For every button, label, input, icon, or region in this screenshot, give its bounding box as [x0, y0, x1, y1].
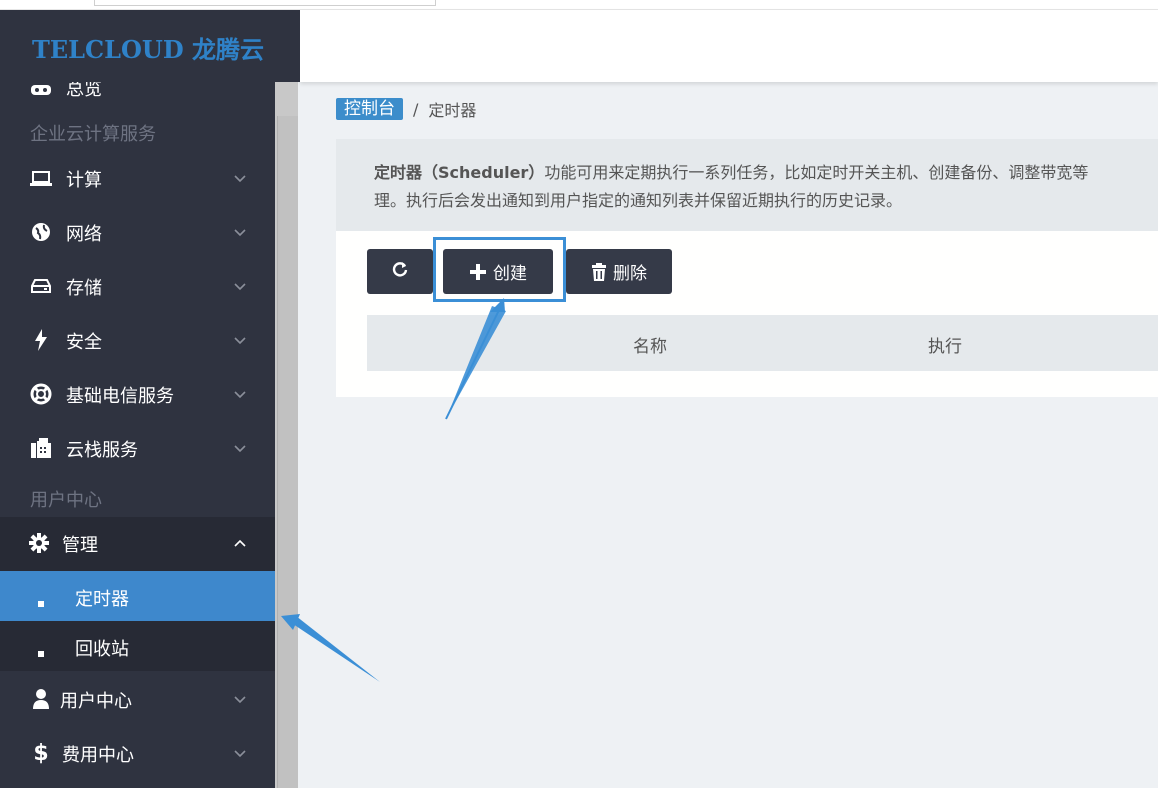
globe-icon	[30, 221, 52, 243]
top-header	[300, 10, 1158, 82]
chevron-up-icon	[232, 535, 248, 551]
chevron-down-icon	[232, 691, 248, 707]
brand-logo[interactable]: TELCLOUD 龙腾云	[0, 10, 300, 82]
breadcrumb-current: 定时器	[428, 101, 477, 120]
breadcrumb-home-link[interactable]: 控制台	[336, 98, 403, 120]
description-title: 定时器（Scheduler）	[374, 163, 545, 182]
chevron-down-icon	[232, 224, 248, 240]
chevron-down-icon	[232, 386, 248, 402]
sidebar-item-label: 管理	[62, 535, 98, 556]
sidebar-item-network[interactable]: 网络	[0, 206, 275, 260]
sidebar-item-label: 基础电信服务	[66, 386, 174, 407]
scrollbar-thumb[interactable]	[277, 116, 298, 788]
sidebar-item-label: 存储	[66, 278, 102, 299]
dollar-icon: $	[33, 740, 49, 766]
description-line-1: 定时器（Scheduler）功能可用来定期执行一系列任务，比如定时开关主机、创建…	[374, 159, 1158, 187]
address-bar[interactable]	[94, 0, 436, 6]
sidebar-item-user-center[interactable]: 用户中心	[0, 673, 275, 727]
sidebar-subitem-scheduler[interactable]: 定时器	[0, 571, 275, 621]
sidebar-item-billing[interactable]: $ 费用中心	[0, 727, 275, 781]
create-button-highlight	[433, 237, 566, 302]
chevron-down-icon	[232, 170, 248, 186]
sidebar-item-label: 安全	[66, 332, 102, 353]
bullet-icon	[38, 651, 44, 657]
sidebar-subitem-label: 回收站	[75, 639, 129, 660]
sidebar-item-storage[interactable]: 存储	[0, 260, 275, 314]
scheduler-panel: 定时器（Scheduler）功能可用来定期执行一系列任务，比如定时开关主机、创建…	[336, 139, 1158, 397]
chevron-down-icon	[232, 745, 248, 761]
table-header: 名称 执行	[367, 315, 1158, 371]
sidebar-item-label: 费用中心	[62, 745, 134, 766]
logo-text: TELCLOUD 龙腾云	[32, 35, 265, 64]
lifebuoy-icon	[30, 383, 52, 405]
description-text-2: 理。执行后会发出通知到用户指定的通知列表并保留近期执行的历史记录。	[374, 191, 903, 210]
gear-icon	[28, 532, 50, 554]
section-header-user-center: 用户中心	[30, 490, 102, 511]
sidebar-menu: 总览 企业云计算服务 计算 网络 存储 安全 基础电信服务 云栈服务 用户中心 …	[0, 10, 275, 788]
sidebar-item-label: 网络	[66, 224, 102, 245]
column-header-name[interactable]: 名称	[633, 332, 667, 357]
sidebar-item-security[interactable]: 安全	[0, 314, 275, 368]
delete-button-label: 删除	[613, 264, 647, 284]
trash-icon	[591, 262, 613, 281]
description-box: 定时器（Scheduler）功能可用来定期执行一系列任务，比如定时开关主机、创建…	[336, 139, 1158, 231]
description-text-1: 功能可用来定期执行一系列任务，比如定时开关主机、创建备份、调整带宽等	[544, 163, 1089, 182]
bullet-icon	[38, 601, 44, 607]
sidebar-subitem-label: 定时器	[75, 589, 129, 610]
breadcrumb: 控制台 / 定时器	[336, 98, 476, 120]
browser-top-strip	[0, 0, 1158, 10]
sidebar-item-label: 计算	[66, 170, 102, 191]
delete-button[interactable]: 删除	[566, 249, 672, 294]
chevron-down-icon	[232, 278, 248, 294]
sidebar-item-label: 用户中心	[60, 691, 132, 712]
sidebar-item-telecom[interactable]: 基础电信服务	[0, 368, 275, 422]
sidebar-subitem-recycle-bin[interactable]: 回收站	[0, 621, 275, 671]
section-header-enterprise: 企业云计算服务	[30, 124, 156, 145]
laptop-icon	[30, 167, 52, 189]
sidebar-scrollbar[interactable]	[275, 82, 300, 788]
column-header-execute[interactable]: 执行	[928, 332, 962, 357]
main-content: 控制台 / 定时器 定时器（Scheduler）功能可用来定期执行一系列任务，比…	[298, 82, 1158, 788]
sidebar-item-label: 云栈服务	[66, 440, 138, 461]
chevron-down-icon	[232, 440, 248, 456]
sidebar-item-manage[interactable]: 管理	[0, 517, 275, 571]
sidebar-item-compute[interactable]: 计算	[0, 152, 275, 206]
hdd-icon	[30, 275, 52, 297]
refresh-button[interactable]	[367, 249, 433, 294]
fax-icon	[30, 437, 52, 459]
sidebar: 总览 企业云计算服务 计算 网络 存储 安全 基础电信服务 云栈服务 用户中心 …	[0, 10, 300, 788]
sidebar-item-cloudstack[interactable]: 云栈服务	[0, 422, 275, 476]
breadcrumb-separator: /	[413, 99, 419, 119]
refresh-icon	[391, 260, 409, 283]
bolt-icon	[30, 329, 52, 351]
user-icon	[30, 688, 52, 710]
chevron-down-icon	[232, 332, 248, 348]
